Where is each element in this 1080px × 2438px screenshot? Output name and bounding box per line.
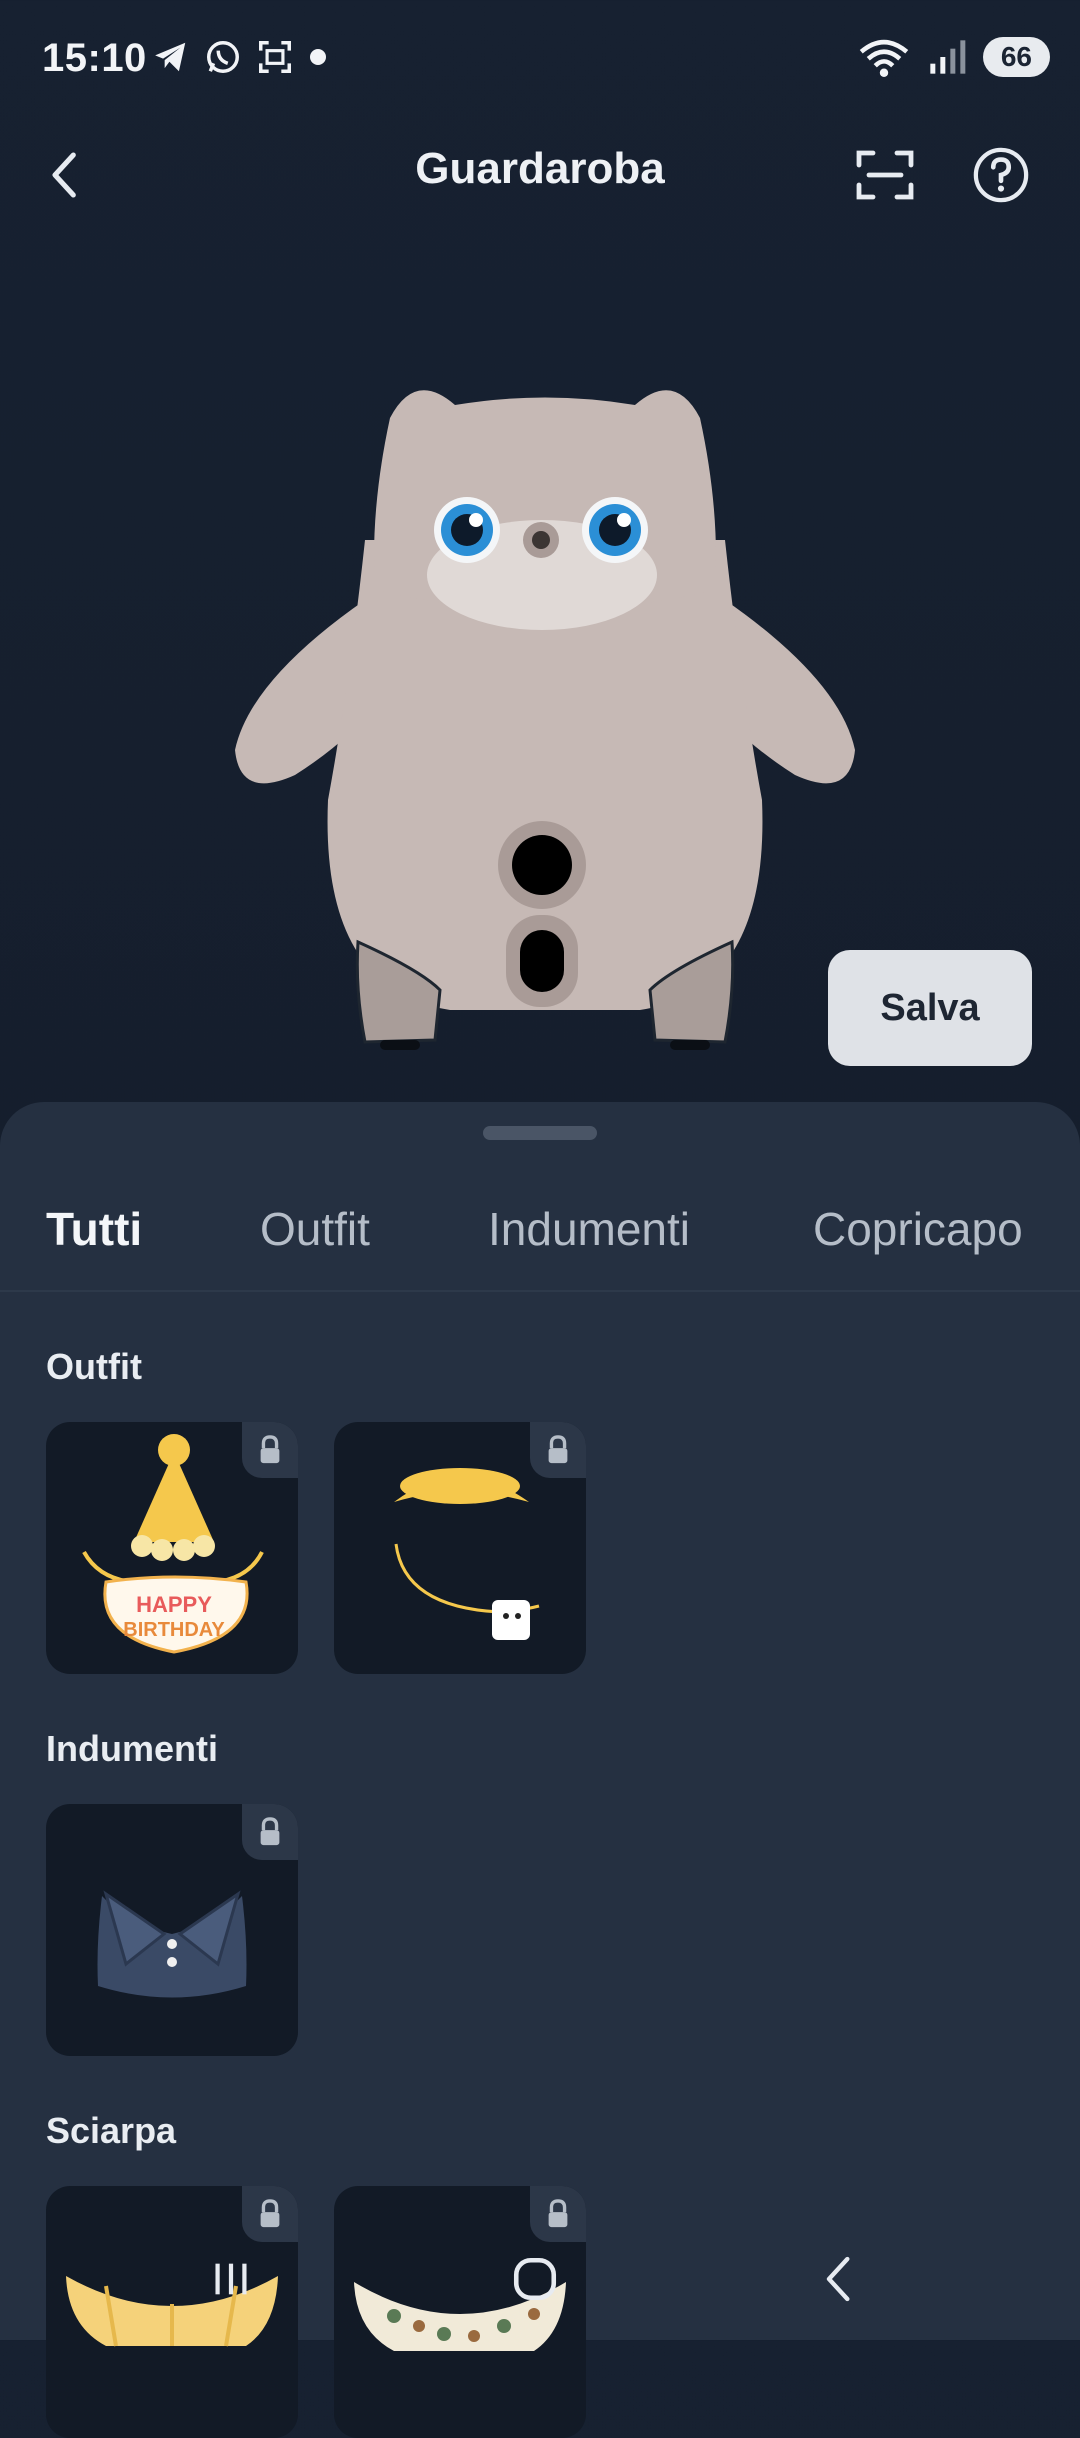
tab-copricapo[interactable]: Copricapo — [813, 1202, 1023, 1256]
section-title-indumenti: Indumenti — [46, 1728, 218, 1769]
robot-right-eye — [582, 497, 648, 563]
home-button[interactable] — [500, 2244, 570, 2314]
system-nav-bar — [0, 2220, 1080, 2340]
wifi-icon — [859, 39, 909, 77]
scan-icon — [856, 150, 914, 200]
status-right-icons: 66 — [857, 36, 1050, 78]
outfit-card-birthday[interactable]: HAPPY BIRTHDAY — [46, 1422, 298, 1674]
section-title-sciarpa: Sciarpa — [46, 2110, 177, 2151]
lock-icon — [242, 1422, 298, 1478]
tab-tutti[interactable]: Tutti — [46, 1202, 142, 1256]
telegram-icon — [155, 42, 186, 72]
robot-avatar — [235, 390, 855, 1050]
battery-icon: 66 — [982, 37, 1050, 77]
recent-apps-button[interactable] — [196, 2244, 266, 2314]
status-left-icons — [152, 38, 328, 76]
wardrobe-panel: Tutti Outfit Indumenti Copricapo Outfit … — [0, 1102, 1080, 2438]
outfit-card-beret[interactable] — [334, 1422, 586, 1674]
lock-icon — [530, 1422, 586, 1478]
status-bar: 15:10 66 — [0, 0, 1080, 120]
birthday-bib-text: HAPPY — [136, 1592, 212, 1617]
category-tabs: Tutti Outfit Indumenti Copricapo — [0, 1202, 1080, 1272]
indumenti-card-denim-collar[interactable] — [46, 1804, 298, 2056]
screenshot-icon — [259, 41, 291, 73]
robot-left-eye — [434, 497, 500, 563]
tab-outfit[interactable]: Outfit — [260, 1202, 370, 1256]
help-button[interactable] — [966, 140, 1036, 210]
home-icon — [513, 2257, 557, 2301]
drag-handle[interactable] — [483, 1126, 597, 1140]
robot-sensor — [506, 915, 578, 1007]
signal-icon — [930, 40, 966, 74]
status-time: 15:10 — [42, 36, 147, 80]
tabs-divider — [0, 1290, 1080, 1292]
tab-indumenti[interactable]: Indumenti — [488, 1202, 690, 1256]
nav-back-button[interactable] — [804, 2244, 874, 2314]
save-button[interactable]: Salva — [828, 950, 1032, 1066]
scan-button[interactable] — [850, 140, 920, 210]
header: Guardaroba — [0, 120, 1080, 220]
whatsapp-icon — [207, 41, 239, 73]
recent-apps-icon — [215, 2263, 247, 2295]
back-icon — [826, 2256, 850, 2302]
section-title-outfit: Outfit — [46, 1346, 142, 1387]
lock-icon — [242, 1804, 298, 1860]
dot-icon — [310, 49, 326, 65]
robot-camera — [523, 522, 559, 558]
help-icon — [973, 147, 1029, 203]
robot-speaker — [498, 821, 586, 909]
svg-text:BIRTHDAY: BIRTHDAY — [123, 1619, 225, 1641]
